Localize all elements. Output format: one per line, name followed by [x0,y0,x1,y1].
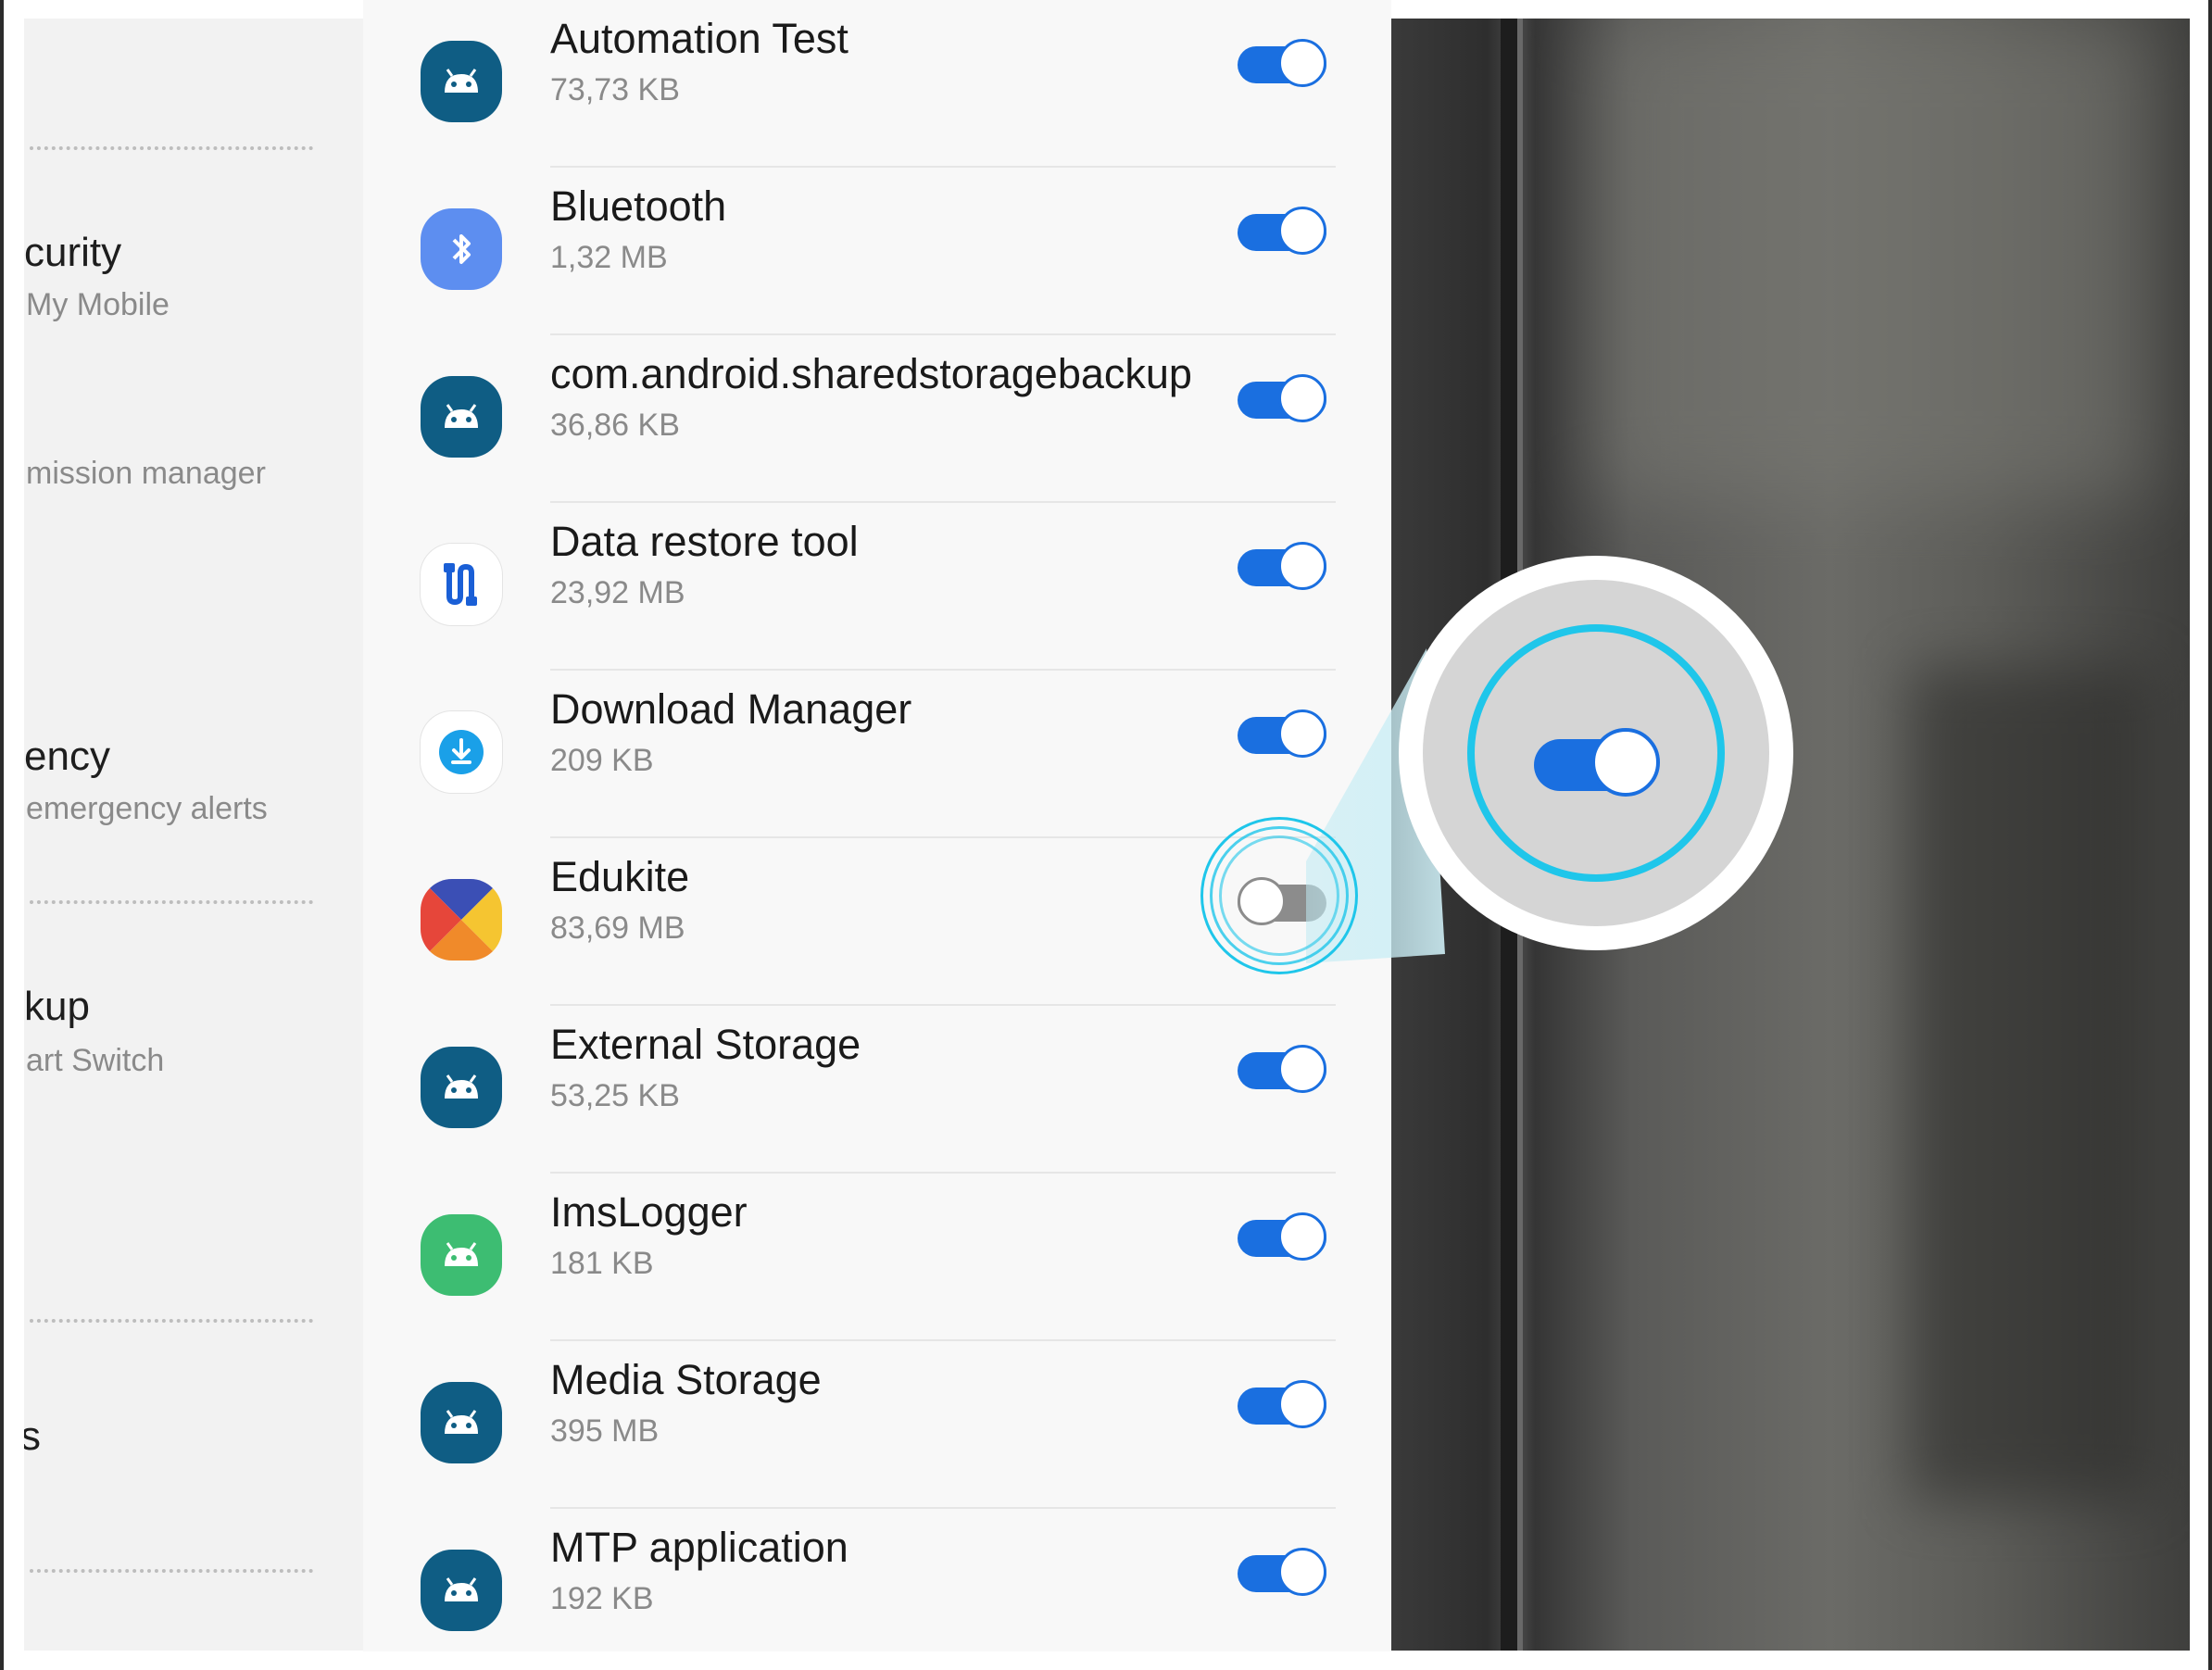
tap-highlight-rings [1200,817,1358,974]
zoom-magnifier [1399,556,1793,950]
magnified-toggle [1534,728,1660,802]
screenshot-frame: curity My Mobile mission manager ency em… [0,0,2212,1670]
zoom-callout-beam [1306,648,1445,963]
